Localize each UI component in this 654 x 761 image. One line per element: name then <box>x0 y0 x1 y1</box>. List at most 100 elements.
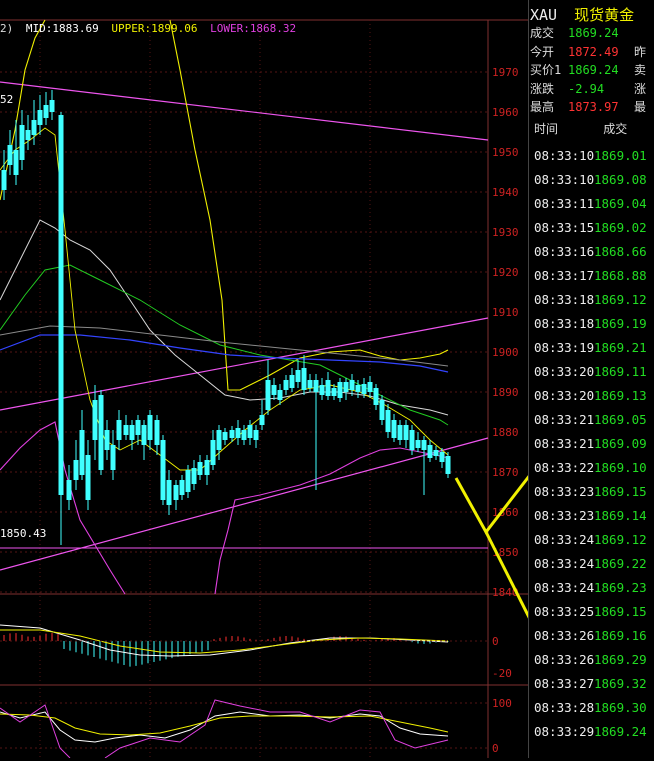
quote-row: 成交 1869.24 <box>530 24 634 42</box>
tick-row[interactable]: 08:33:271869.32 <box>534 676 647 700</box>
candle-body <box>397 425 403 440</box>
tick-row[interactable]: 08:33:211869.05 <box>534 412 647 436</box>
candle-body <box>283 380 289 390</box>
tick-time: 08:33:27 <box>534 676 595 691</box>
candle-body <box>129 425 135 440</box>
candle-body <box>385 410 391 432</box>
tick-time: 08:33:11 <box>534 196 595 211</box>
candle-body <box>355 385 361 392</box>
candle-body <box>337 382 343 398</box>
price-tick-label: 1920 <box>492 266 519 279</box>
tick-price: 1869.30 <box>594 700 647 715</box>
tick-price: 1868.88 <box>594 268 647 283</box>
candle-body <box>85 455 91 500</box>
price-tick-label: 1890 <box>492 386 519 399</box>
candle-body <box>307 380 313 388</box>
tick-time: 08:33:18 <box>534 316 595 331</box>
tick-row[interactable]: 08:33:241869.22 <box>534 556 647 580</box>
candle-body <box>37 110 43 125</box>
tick-row[interactable]: 08:33:101869.01 <box>534 148 647 172</box>
candle-body <box>247 425 253 438</box>
candle-body <box>409 430 415 450</box>
candle-body <box>166 480 172 505</box>
tick-row[interactable]: 08:33:201869.11 <box>534 364 647 388</box>
symbol-header: XAU 现货黄金 <box>530 4 634 24</box>
candle-body <box>343 382 349 392</box>
tick-row[interactable]: 08:33:171868.88 <box>534 268 647 292</box>
tick-row[interactable]: 08:33:161868.66 <box>534 244 647 268</box>
tick-row[interactable]: 08:33:181869.12 <box>534 292 647 316</box>
price-tick-label: 1950 <box>492 146 519 159</box>
tick-row[interactable]: 08:33:261869.16 <box>534 628 647 652</box>
tick-row[interactable]: 08:33:211869.09 <box>534 436 647 460</box>
kline-chart-area[interactable]: 1970 1960 1950 1940 1930 1920 1910 1900 1890 1880… <box>0 0 650 759</box>
candle-body <box>415 440 421 448</box>
trendline-channel <box>0 317 489 411</box>
candle-body <box>367 382 373 392</box>
tick-price: 1869.23 <box>594 580 647 595</box>
candle-body <box>210 440 216 465</box>
quote-value: 1869.24 <box>568 63 619 77</box>
tick-time: 08:33:20 <box>534 364 595 379</box>
tick-price: 1869.13 <box>594 388 647 403</box>
candle-body <box>58 115 64 495</box>
tick-row[interactable]: 08:33:201869.13 <box>534 388 647 412</box>
tick-row[interactable]: 08:33:251869.15 <box>534 604 647 628</box>
quote-value: 1869.24 <box>568 26 619 40</box>
tick-row[interactable]: 08:33:291869.24 <box>534 724 647 748</box>
tick-row[interactable]: 08:33:191869.21 <box>534 340 647 364</box>
candle-body <box>49 100 55 112</box>
quote-row: 今开 1872.49 昨 <box>530 43 646 61</box>
quote-row: 涨跌 -2.94 涨 <box>530 80 646 98</box>
boll-lower-line <box>0 421 449 595</box>
quote-label: 涨跌 <box>530 81 555 96</box>
ticks-header-time: 时间 <box>534 122 559 136</box>
tick-row[interactable]: 08:33:101869.08 <box>534 172 647 196</box>
price-tick-label: 1970 <box>492 66 519 79</box>
kdj-j-line <box>0 699 449 759</box>
tick-price: 1869.01 <box>594 148 647 163</box>
tick-row[interactable]: 08:33:261869.29 <box>534 652 647 676</box>
tick-row[interactable]: 08:33:241869.12 <box>534 532 647 556</box>
tick-row[interactable]: 08:33:231869.14 <box>534 508 647 532</box>
candle-body <box>289 375 295 388</box>
candle-body <box>313 380 319 392</box>
tick-price: 1869.15 <box>594 484 647 499</box>
tick-time: 08:33:20 <box>534 388 595 403</box>
candle-body <box>173 485 179 500</box>
tick-time: 08:33:25 <box>534 604 595 619</box>
tick-price: 1869.15 <box>594 604 647 619</box>
tick-time: 08:33:18 <box>534 292 595 307</box>
quote-value: 1872.49 <box>568 44 619 59</box>
tick-row[interactable]: 08:33:151869.02 <box>534 220 647 244</box>
tick-row[interactable]: 08:33:221869.10 <box>534 460 647 484</box>
tick-price: 1869.11 <box>594 364 647 379</box>
candle-body <box>265 380 271 410</box>
tick-row[interactable]: 08:33:231869.15 <box>534 484 647 508</box>
tick-row[interactable]: 08:33:281869.30 <box>534 700 647 724</box>
tick-row[interactable]: 08:33:111869.04 <box>534 196 647 220</box>
annotation-arrows <box>454 337 648 751</box>
candle-body <box>204 460 210 475</box>
candle-body <box>222 432 228 440</box>
tick-time: 08:33:23 <box>534 484 595 499</box>
tick-row[interactable]: 08:33:241869.23 <box>534 580 647 604</box>
quote-extra: 卖 <box>634 63 647 77</box>
candle-body <box>373 388 379 405</box>
candle-body <box>135 420 141 435</box>
kdj-tick-label: 0 <box>492 742 499 755</box>
tick-price: 1869.32 <box>594 676 647 691</box>
candle-body <box>349 380 355 390</box>
tick-row[interactable]: 08:33:181869.19 <box>534 316 647 340</box>
tick-time: 08:33:26 <box>534 652 595 667</box>
candle-body <box>43 105 49 118</box>
candle-body <box>160 440 166 500</box>
price-tick-label: 1940 <box>492 186 519 199</box>
kline-chart[interactable]: 1970 1960 1950 1940 1930 1920 1910 1900 1890 1880… <box>0 0 650 759</box>
ticks-header-deal: 成交 <box>603 122 628 136</box>
tick-time: 08:33:22 <box>534 460 595 475</box>
tick-time: 08:33:29 <box>534 724 595 739</box>
tick-time: 08:33:10 <box>534 148 595 163</box>
candle-body <box>421 440 427 450</box>
quote-value: -2.94 <box>568 81 605 96</box>
